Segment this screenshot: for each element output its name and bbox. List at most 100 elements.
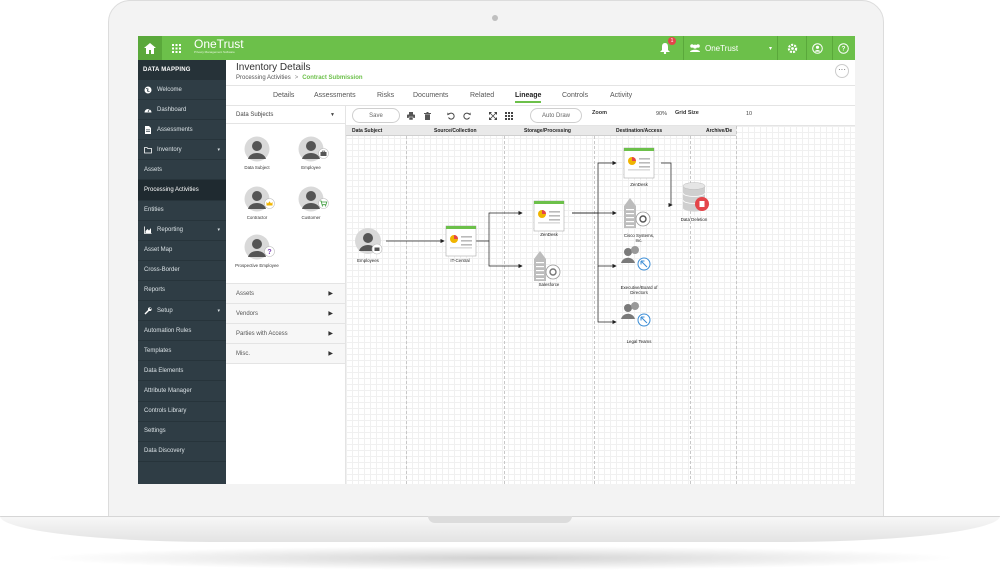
sidebar-item-label: Templates [144, 347, 172, 354]
sidebar-item-setup[interactable]: Setup ▾ [138, 301, 226, 322]
sidebar-item-cross-border[interactable]: Cross-Border [138, 261, 226, 281]
undo-button[interactable] [444, 109, 458, 123]
organization-switcher[interactable]: OneTrust ▾ [683, 36, 778, 60]
sidebar-item-label: Welcome [157, 86, 182, 93]
person-icon: ? [244, 234, 275, 260]
person-icon [244, 136, 270, 162]
expand-icon [489, 112, 497, 120]
sidebar-item-label: Reporting [157, 227, 184, 234]
sidebar-item-attribute-manager[interactable]: Attribute Manager [138, 381, 226, 402]
node-label: Inc. [635, 238, 642, 243]
palette-section-vendors[interactable]: Vendors ▶ [226, 304, 345, 324]
node-label: ZenDesk [540, 232, 558, 237]
sidebar-item-label: Processing Activities [144, 187, 199, 194]
chevron-down-icon: ▾ [217, 307, 220, 314]
sidebar-item-label: Asset Map [144, 247, 173, 254]
sidebar-item-automation-rules[interactable]: Automation Rules [138, 321, 226, 342]
node-label: Data Deletion [681, 217, 708, 222]
settings-button[interactable] [781, 36, 803, 60]
grid-size-value[interactable]: 10 [746, 111, 752, 117]
palette-item-employee[interactable]: Employee [286, 136, 336, 170]
app-screen: OneTrust Privacy Management Software 1 O… [138, 36, 855, 484]
data-subjects-dropdown[interactable]: Data Subjects ▼ [226, 106, 345, 124]
laptop-shadow [40, 546, 960, 570]
sidebar-item-label: Entities [144, 207, 164, 214]
chevron-down-icon: ▾ [217, 227, 220, 234]
element-palette: Data Subjects ▼ Data Subject Employee Cont… [226, 106, 346, 484]
sidebar-item-asset-map[interactable]: Asset Map [138, 241, 226, 261]
flow-edge [572, 160, 617, 214]
tab-related[interactable]: Related [470, 92, 494, 99]
chevron-down-icon: ▼ [330, 111, 335, 118]
fit-to-screen-button[interactable] [486, 109, 500, 123]
zoom-value[interactable]: 90% [656, 111, 667, 117]
users-icon [690, 44, 700, 52]
chevron-right-icon: ▶ [328, 311, 333, 317]
organization-name: OneTrust [705, 43, 739, 53]
brand-logo[interactable]: OneTrust Privacy Management Software [194, 38, 244, 54]
tab-documents[interactable]: Documents [413, 92, 448, 99]
sidebar-item-data-discovery[interactable]: Data Discovery [138, 442, 226, 462]
sidebar-item-settings[interactable]: Settings [138, 422, 226, 442]
breadcrumb: Processing Activities > Contract Submissio… [236, 75, 363, 81]
palette-section-label: Assets [236, 290, 255, 297]
sidebar-title: DATA MAPPING [138, 60, 226, 80]
palette-item-data-subject[interactable]: Data Subject [232, 136, 282, 170]
app-launcher-button[interactable] [166, 36, 186, 60]
sidebar-item-dashboard[interactable]: Dashboard [138, 100, 226, 121]
tab-lineage[interactable]: Lineage [515, 92, 542, 103]
palette-section-misc-[interactable]: Misc. ▶ [226, 344, 345, 364]
palette-section-assets[interactable]: Assets ▶ [226, 284, 345, 304]
laptop-camera [492, 15, 498, 21]
redo-button[interactable] [460, 109, 474, 123]
tab-details[interactable]: Details [273, 92, 294, 99]
delete-button[interactable] [420, 109, 434, 123]
sidebar-item-controls-library[interactable]: Controls Library [138, 402, 226, 422]
sidebar-item-assets[interactable]: Assets [138, 160, 226, 181]
sidebar-item-reports[interactable]: Reports [138, 281, 226, 302]
tab-controls[interactable]: Controls [562, 92, 588, 99]
print-button[interactable] [404, 109, 418, 123]
sidebar-item-assessments[interactable]: Assessments [138, 120, 226, 141]
save-button[interactable]: Save [352, 108, 400, 123]
sidebar-item-label: Setup [157, 307, 173, 314]
breadcrumb-separator: > [294, 75, 299, 81]
grid-toggle-button[interactable] [502, 109, 516, 123]
breadcrumb-parent[interactable]: Processing Activities [236, 75, 291, 81]
sidebar-item-welcome[interactable]: Welcome [138, 80, 226, 101]
home-button[interactable] [138, 36, 162, 60]
person-icon [298, 136, 329, 162]
sidebar-item-templates[interactable]: Templates [138, 341, 226, 362]
server-icon [624, 198, 651, 228]
print-icon [407, 112, 415, 120]
palette-section-parties-with-access[interactable]: Parties with Access ▶ [226, 324, 345, 344]
tab-assessments[interactable]: Assessments [314, 92, 356, 99]
sidebar-item-data-elements[interactable]: Data Elements [138, 361, 226, 382]
sidebar-item-inventory[interactable]: Inventory ▾ [138, 140, 226, 161]
question-icon: ? [838, 42, 849, 54]
tab-activity[interactable]: Activity [610, 92, 632, 99]
chevron-down-icon: ▾ [217, 146, 220, 153]
chevron-right-icon: ▶ [328, 291, 333, 297]
palette-item-customer[interactable]: Customer [286, 186, 336, 220]
chevron-right-icon: ▶ [328, 331, 333, 337]
auto-draw-button[interactable]: Auto Draw [530, 108, 582, 123]
lineage-canvas[interactable]: Data Subject Source/Collection Storage/Pro… [346, 126, 855, 484]
more-options-button[interactable]: ··· [835, 64, 849, 78]
palette-section-label: Parties with Access [236, 330, 288, 337]
help-button[interactable]: ? [832, 36, 854, 60]
tab-risks[interactable]: Risks [377, 92, 394, 99]
sidebar-item-reporting[interactable]: Reporting ▾ [138, 221, 226, 241]
palette-section-label: Misc. [236, 350, 250, 357]
undo-icon [447, 112, 455, 120]
user-profile-button[interactable] [806, 36, 828, 60]
sidebar-item-entities[interactable]: Entities [138, 201, 226, 221]
sidebar-item-processing-activities[interactable]: Processing Activities [138, 180, 226, 201]
palette-item-prospective-employee[interactable]: ? Prospective Employee [232, 234, 282, 268]
palette-item-contractor[interactable]: Contractor [232, 186, 282, 220]
sidebar-item-label: Inventory [157, 146, 182, 153]
palette-section-label: Vendors [236, 310, 259, 317]
people-group-icon [621, 246, 651, 271]
database-icon [682, 182, 709, 212]
canvas-toolbar: Save Auto Draw Zoom 90% Grid Size 10 [346, 106, 855, 126]
